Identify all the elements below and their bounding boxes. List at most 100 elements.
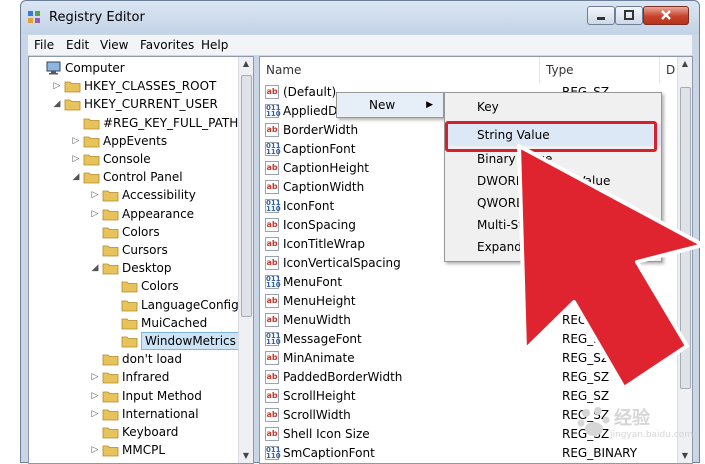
tree-expanded-icon[interactable]: ◢: [52, 95, 62, 113]
tree-collapsed-icon[interactable]: ▷: [71, 150, 81, 168]
submenu-item[interactable]: DWORD (32-bit) Value: [445, 170, 661, 192]
string-value-icon: ab: [265, 85, 279, 99]
registry-editor-icon: [28, 11, 40, 23]
tree-node[interactable]: ▷ Appearance: [29, 205, 241, 223]
folder-icon: [102, 245, 119, 257]
key-tree-pane[interactable]: Computer ▷ HKEY_CLASSES_ROOT ◢ HKEY_CURRENT_…: [28, 56, 254, 464]
context-menu-new-label: New: [369, 98, 396, 112]
tree-node[interactable]: Colors: [29, 223, 241, 241]
context-menu-new[interactable]: New ▶: [337, 94, 443, 116]
folder-icon: [102, 372, 119, 384]
tree-collapsed-icon[interactable]: ▷: [52, 77, 62, 95]
tree-node[interactable]: ▷ MMCPL: [29, 441, 241, 459]
computer-icon: [46, 61, 61, 75]
tree-node[interactable]: ▷ Input Method: [29, 387, 241, 405]
string-value-icon: ab: [265, 427, 279, 441]
maximize-button[interactable]: [615, 6, 643, 25]
column-header-type[interactable]: Type: [540, 57, 660, 83]
tree-node[interactable]: MuiCached: [29, 314, 241, 332]
tree-node[interactable]: Cursors: [29, 241, 241, 259]
tree-expanded-icon[interactable]: ◢: [90, 259, 100, 277]
submenu-item[interactable]: Expandable String Value: [445, 236, 661, 258]
tree-node[interactable]: ◢ HKEY_CURRENT_USER: [29, 95, 241, 113]
close-button[interactable]: [643, 6, 689, 25]
tree-collapsed-icon[interactable]: ▷: [71, 132, 81, 150]
maximize-icon: [624, 10, 634, 20]
menu-help[interactable]: Help: [201, 38, 228, 52]
column-header-name[interactable]: Name: [260, 57, 540, 83]
list-item[interactable]: ab MenuHeight: [260, 292, 680, 311]
string-value-icon: ab: [265, 256, 279, 270]
tree-node[interactable]: ◢ Control Panel: [29, 168, 241, 186]
menu-view[interactable]: View: [100, 38, 128, 52]
tree-node[interactable]: ▷ Console: [29, 150, 241, 168]
value-name: IconVerticalSpacing: [283, 256, 401, 270]
tree-node[interactable]: LanguageConfiguratio: [29, 296, 253, 314]
string-value-icon: ab: [265, 237, 279, 251]
menu-file[interactable]: File: [34, 38, 54, 52]
minimize-button[interactable]: [587, 6, 615, 25]
tree-expanded-icon[interactable]: ◢: [71, 168, 81, 186]
context-menu: New ▶: [336, 92, 444, 118]
tree-node[interactable]: ▷ AppEvents: [29, 132, 241, 150]
binary-value-icon: 011 110: [265, 275, 281, 289]
title-bar[interactable]: Registry Editor: [21, 1, 699, 34]
value-name: MinAnimate: [283, 351, 355, 365]
scroll-down-arrow-icon[interactable]: ▼: [239, 449, 253, 463]
tree-node[interactable]: ▷ Infrared: [29, 368, 241, 386]
tree-node[interactable]: Mouse: [29, 459, 241, 463]
value-type: REG_SZ: [562, 351, 610, 365]
new-submenu: Key String Value Binary Value DWORD (32-bit…: [444, 92, 662, 262]
close-icon: [661, 10, 671, 20]
submenu-item[interactable]: Multi-String Value: [445, 214, 661, 236]
submenu-item-label: DWORD (32-bit) Value: [477, 174, 611, 188]
value-name: MenuWidth: [283, 313, 351, 327]
folder-icon: [83, 172, 100, 184]
folder-icon: [121, 281, 138, 293]
tree-node[interactable]: WindowMetrics: [29, 332, 241, 350]
tree-node-label: Colors: [122, 224, 160, 239]
tree-node[interactable]: ◢ Desktop: [29, 259, 241, 277]
menu-bar: File Edit View Favorites Help: [28, 35, 692, 55]
tree-scrollbar[interactable]: ▲ ▼: [238, 57, 253, 463]
menu-favorites[interactable]: Favorites: [140, 38, 194, 52]
string-value-icon: ab: [265, 389, 279, 403]
tree-node-label: Input Method: [122, 388, 202, 403]
folder-icon: [83, 154, 100, 166]
string-value-icon: ab: [265, 123, 279, 137]
list-item[interactable]: ab PaddedBorderWidth REG_SZ: [260, 368, 680, 387]
tree-node[interactable]: ▷ International: [29, 405, 241, 423]
list-item[interactable]: 011 110MenuFontf: [260, 273, 688, 292]
scroll-thumb[interactable]: [680, 87, 691, 389]
list-item[interactable]: 011 110MessageFontREG_BINAf: [260, 330, 688, 349]
tree-collapsed-icon[interactable]: ▷: [90, 387, 100, 405]
tree-node-label: Console: [103, 152, 151, 166]
tree-collapsed-icon[interactable]: ▷: [90, 405, 100, 423]
list-item[interactable]: abMinAnimateREG_SZ1: [260, 349, 692, 368]
scroll-up-arrow-icon[interactable]: ▲: [678, 57, 692, 71]
tree-node-label: HKEY_CLASSES_ROOT: [84, 79, 217, 94]
submenu-item[interactable]: Key: [445, 96, 661, 118]
tree-collapsed-icon[interactable]: ▷: [90, 205, 100, 223]
tree-collapsed-icon[interactable]: ▷: [90, 368, 100, 386]
scroll-up-arrow-icon[interactable]: ▲: [239, 57, 253, 71]
tree-collapsed-icon[interactable]: ▷: [90, 186, 100, 204]
tree-node[interactable]: Computer: [29, 59, 241, 77]
list-item[interactable]: ab MenuWidth REG_SZ: [260, 311, 680, 330]
folder-icon: [121, 300, 138, 311]
string-value-icon: ab: [265, 351, 279, 365]
menu-edit[interactable]: Edit: [66, 38, 89, 52]
binary-value-icon: 011 110: [265, 142, 281, 156]
baidu-jingyan-watermark: 经验 jingyan.baidu.com: [574, 398, 702, 454]
tree-node[interactable]: #REG_KEY_FULL_PATH: [29, 114, 241, 132]
tree-node[interactable]: Colors: [29, 277, 241, 295]
folder-icon: [121, 318, 138, 330]
scroll-thumb[interactable]: [241, 75, 252, 317]
tree-node[interactable]: don't load: [29, 350, 241, 368]
tree-node[interactable]: ▷ HKEY_CLASSES_ROOT: [29, 77, 241, 95]
tree-node[interactable]: ▷ Accessibility: [29, 186, 241, 204]
submenu-item[interactable]: QWORD (64-bit) Value: [445, 192, 661, 214]
tree-node-label: Desktop: [122, 261, 172, 276]
tree-node[interactable]: Keyboard: [29, 423, 241, 441]
tree-collapsed-icon[interactable]: ▷: [90, 441, 100, 459]
